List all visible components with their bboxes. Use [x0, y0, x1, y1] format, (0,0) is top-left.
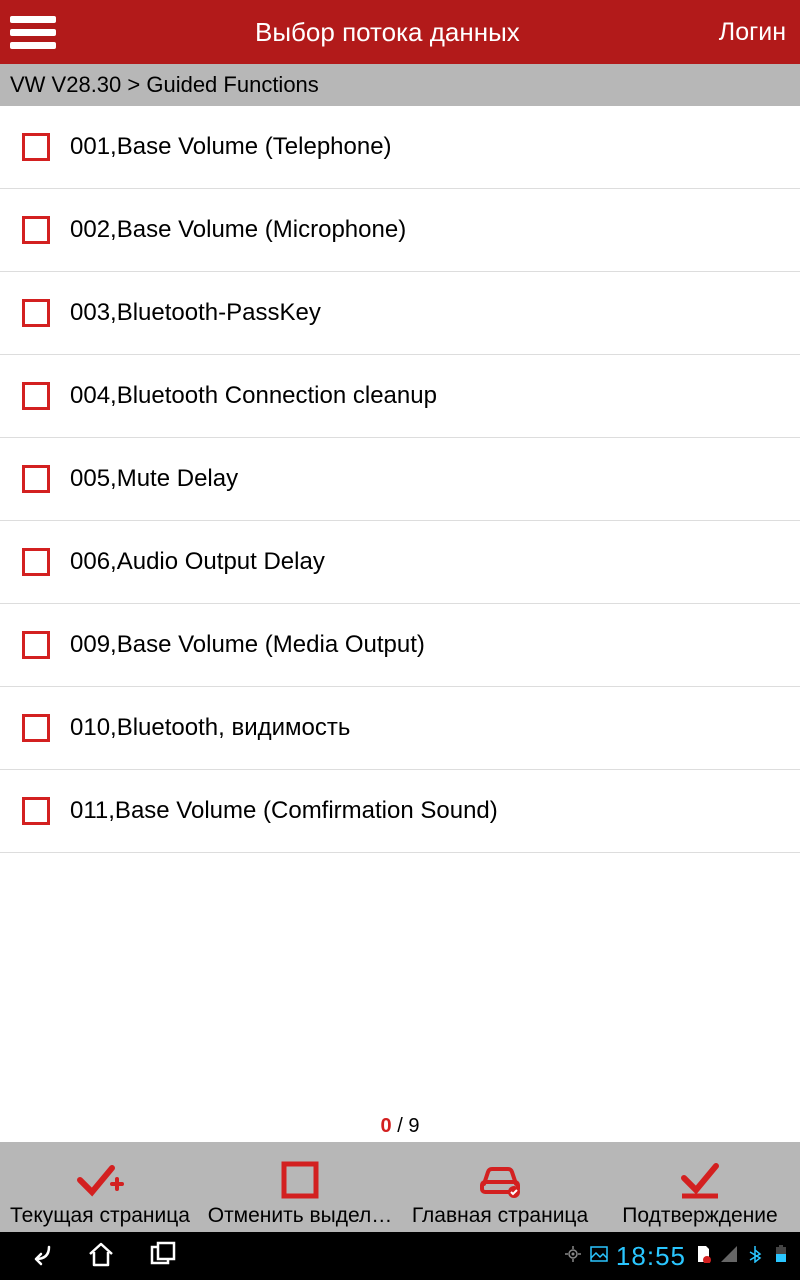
- list-item[interactable]: 010,Bluetooth, видимость: [0, 687, 800, 770]
- clock: 18:55: [616, 1241, 686, 1272]
- checkbox[interactable]: [22, 714, 50, 742]
- pager: 0 / 9: [0, 1107, 800, 1142]
- list-item[interactable]: 006,Audio Output Delay: [0, 521, 800, 604]
- battery-icon: [772, 1245, 790, 1268]
- item-label: 004,Bluetooth Connection cleanup: [70, 382, 437, 410]
- recents-icon[interactable]: [148, 1239, 178, 1274]
- signal-icon: [720, 1245, 738, 1268]
- pager-total: 9: [408, 1115, 419, 1137]
- item-label: 006,Audio Output Delay: [70, 548, 325, 576]
- check-underline-icon: [676, 1160, 724, 1200]
- item-label: 003,Bluetooth-PassKey: [70, 299, 321, 327]
- pager-current: 0: [381, 1115, 392, 1137]
- car-icon: [476, 1160, 524, 1200]
- bottom-toolbar: Текущая страница Отменить выдел… Главная…: [0, 1142, 800, 1232]
- tool-label: Главная страница: [410, 1204, 590, 1228]
- confirm-button[interactable]: Подтверждение: [600, 1142, 800, 1232]
- checkbox[interactable]: [22, 631, 50, 659]
- current-page-button[interactable]: Текущая страница: [0, 1142, 200, 1232]
- checkbox[interactable]: [22, 299, 50, 327]
- tool-label: Подтверждение: [620, 1204, 779, 1228]
- sdcard-icon: [694, 1245, 712, 1268]
- home-nav-icon[interactable]: [86, 1239, 116, 1274]
- app-header: Выбор потока данных Логин: [0, 0, 800, 64]
- checkbox[interactable]: [22, 133, 50, 161]
- list-item[interactable]: 009,Base Volume (Media Output): [0, 604, 800, 687]
- breadcrumb: VW V28.30 > Guided Functions: [0, 64, 800, 106]
- list-item[interactable]: 001,Base Volume (Telephone): [0, 106, 800, 189]
- checkbox[interactable]: [22, 465, 50, 493]
- location-icon: [564, 1245, 582, 1268]
- item-label: 002,Base Volume (Microphone): [70, 216, 406, 244]
- checkbox[interactable]: [22, 382, 50, 410]
- checkbox[interactable]: [22, 216, 50, 244]
- item-label: 010,Bluetooth, видимость: [70, 714, 350, 742]
- list-item[interactable]: 002,Base Volume (Microphone): [0, 189, 800, 272]
- menu-icon[interactable]: [10, 9, 56, 55]
- page-title: Выбор потока данных: [56, 17, 719, 48]
- list-item[interactable]: 004,Bluetooth Connection cleanup: [0, 355, 800, 438]
- pager-sep: /: [392, 1115, 409, 1137]
- list-item[interactable]: 011,Base Volume (Comfirmation Sound): [0, 770, 800, 853]
- list-item[interactable]: 005,Mute Delay: [0, 438, 800, 521]
- android-navbar: 18:55: [0, 1232, 800, 1280]
- checkbox[interactable]: [22, 797, 50, 825]
- item-label: 001,Base Volume (Telephone): [70, 133, 392, 161]
- data-stream-list: 001,Base Volume (Telephone) 002,Base Volu…: [0, 106, 800, 1107]
- back-icon[interactable]: [24, 1239, 54, 1274]
- item-label: 005,Mute Delay: [70, 465, 238, 493]
- item-label: 011,Base Volume (Comfirmation Sound): [70, 797, 498, 825]
- list-item[interactable]: 003,Bluetooth-PassKey: [0, 272, 800, 355]
- home-button[interactable]: Главная страница: [400, 1142, 600, 1232]
- tool-label: Отменить выдел…: [206, 1204, 395, 1228]
- check-plus-icon: [76, 1160, 124, 1200]
- square-icon: [276, 1160, 324, 1200]
- item-label: 009,Base Volume (Media Output): [70, 631, 425, 659]
- picture-icon: [590, 1245, 608, 1268]
- login-button[interactable]: Логин: [719, 18, 790, 47]
- tool-label: Текущая страница: [8, 1204, 192, 1228]
- checkbox[interactable]: [22, 548, 50, 576]
- bluetooth-icon: [746, 1245, 764, 1268]
- deselect-button[interactable]: Отменить выдел…: [200, 1142, 400, 1232]
